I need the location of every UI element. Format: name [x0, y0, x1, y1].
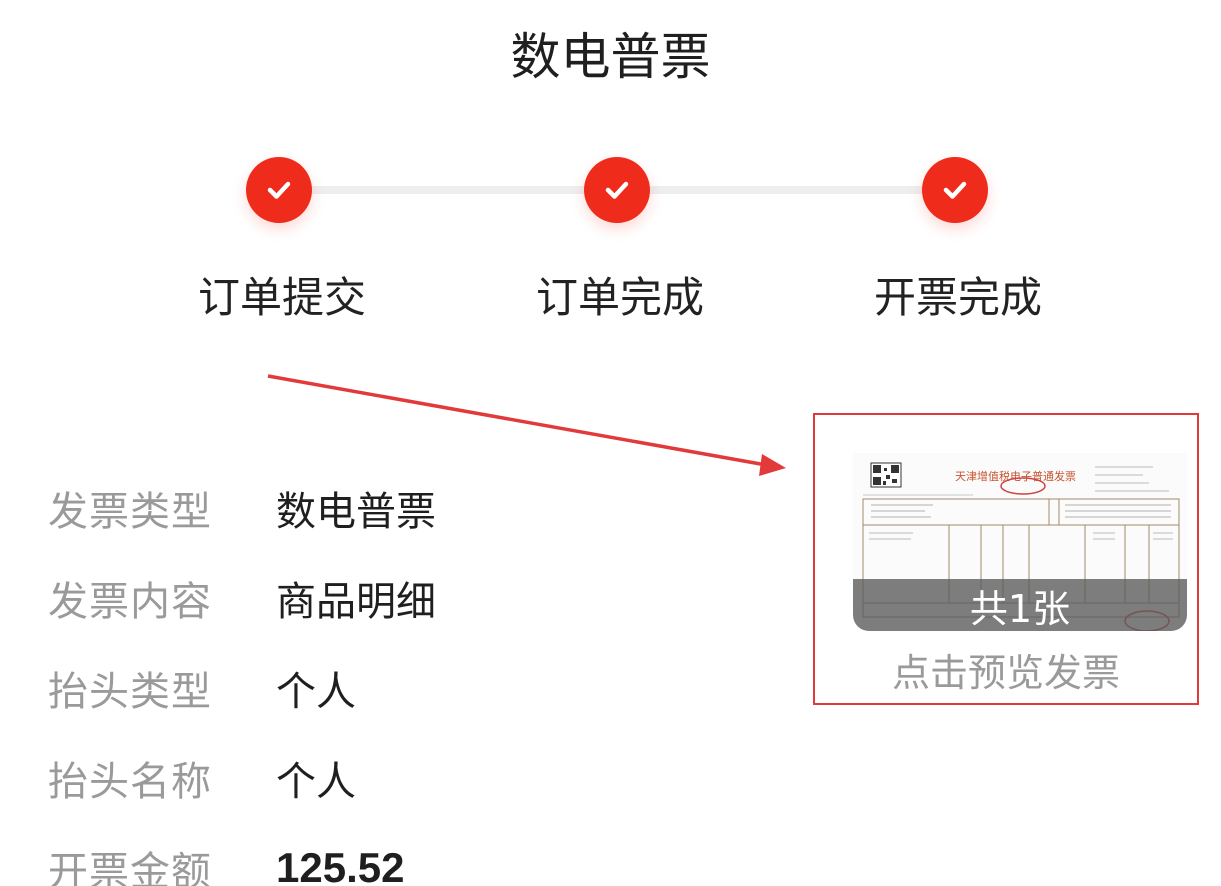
invoice-count-badge: 共1张 — [853, 579, 1187, 631]
page-title: 数电普票 — [510, 28, 711, 86]
detail-label: 发票类型 — [48, 489, 212, 535]
detail-value-amount: 125.52 — [276, 844, 405, 886]
detail-label: 抬头名称 — [48, 759, 212, 805]
detail-value: 个人 — [276, 669, 356, 715]
detail-row-title-type: 抬头类型 个人 — [48, 658, 356, 718]
invoice-preview-card[interactable]: 天津增值税电子普通发票 共1张 点击预览发票 — [813, 413, 1199, 705]
detail-label: 开票金额 — [48, 849, 212, 886]
invoice-heading: 天津增值税电子普通发票 — [955, 469, 1076, 483]
step-invoiced-check — [922, 157, 988, 223]
detail-value: 商品明细 — [276, 579, 436, 625]
invoice-detail-page: 数电普票 订单提交 订单完成 开票完成 发票类型 数电普票 发票内容 商品明细 … — [0, 0, 1221, 886]
step-label-invoiced: 开票完成 — [873, 273, 1042, 322]
detail-value: 个人 — [276, 759, 356, 805]
step-completed-check — [584, 157, 650, 223]
check-icon — [943, 181, 967, 199]
step-submitted-check — [246, 157, 312, 223]
detail-label: 抬头类型 — [48, 669, 212, 715]
detail-row-amount: 开票金额 125.52 — [48, 838, 404, 886]
detail-row-title-name: 抬头名称 个人 — [48, 748, 356, 808]
check-icon — [605, 181, 629, 199]
detail-label: 发票内容 — [48, 579, 212, 625]
check-icon — [267, 181, 291, 199]
preview-invoice-link[interactable]: 点击预览发票 — [815, 643, 1197, 703]
detail-row-invoice-content: 发票内容 商品明细 — [48, 568, 436, 628]
qr-code-icon — [870, 462, 902, 488]
detail-row-invoice-type: 发票类型 数电普票 — [48, 478, 436, 538]
detail-value: 数电普票 — [276, 489, 436, 535]
step-label-submitted: 订单提交 — [197, 273, 366, 322]
step-label-completed: 订单完成 — [535, 273, 704, 322]
